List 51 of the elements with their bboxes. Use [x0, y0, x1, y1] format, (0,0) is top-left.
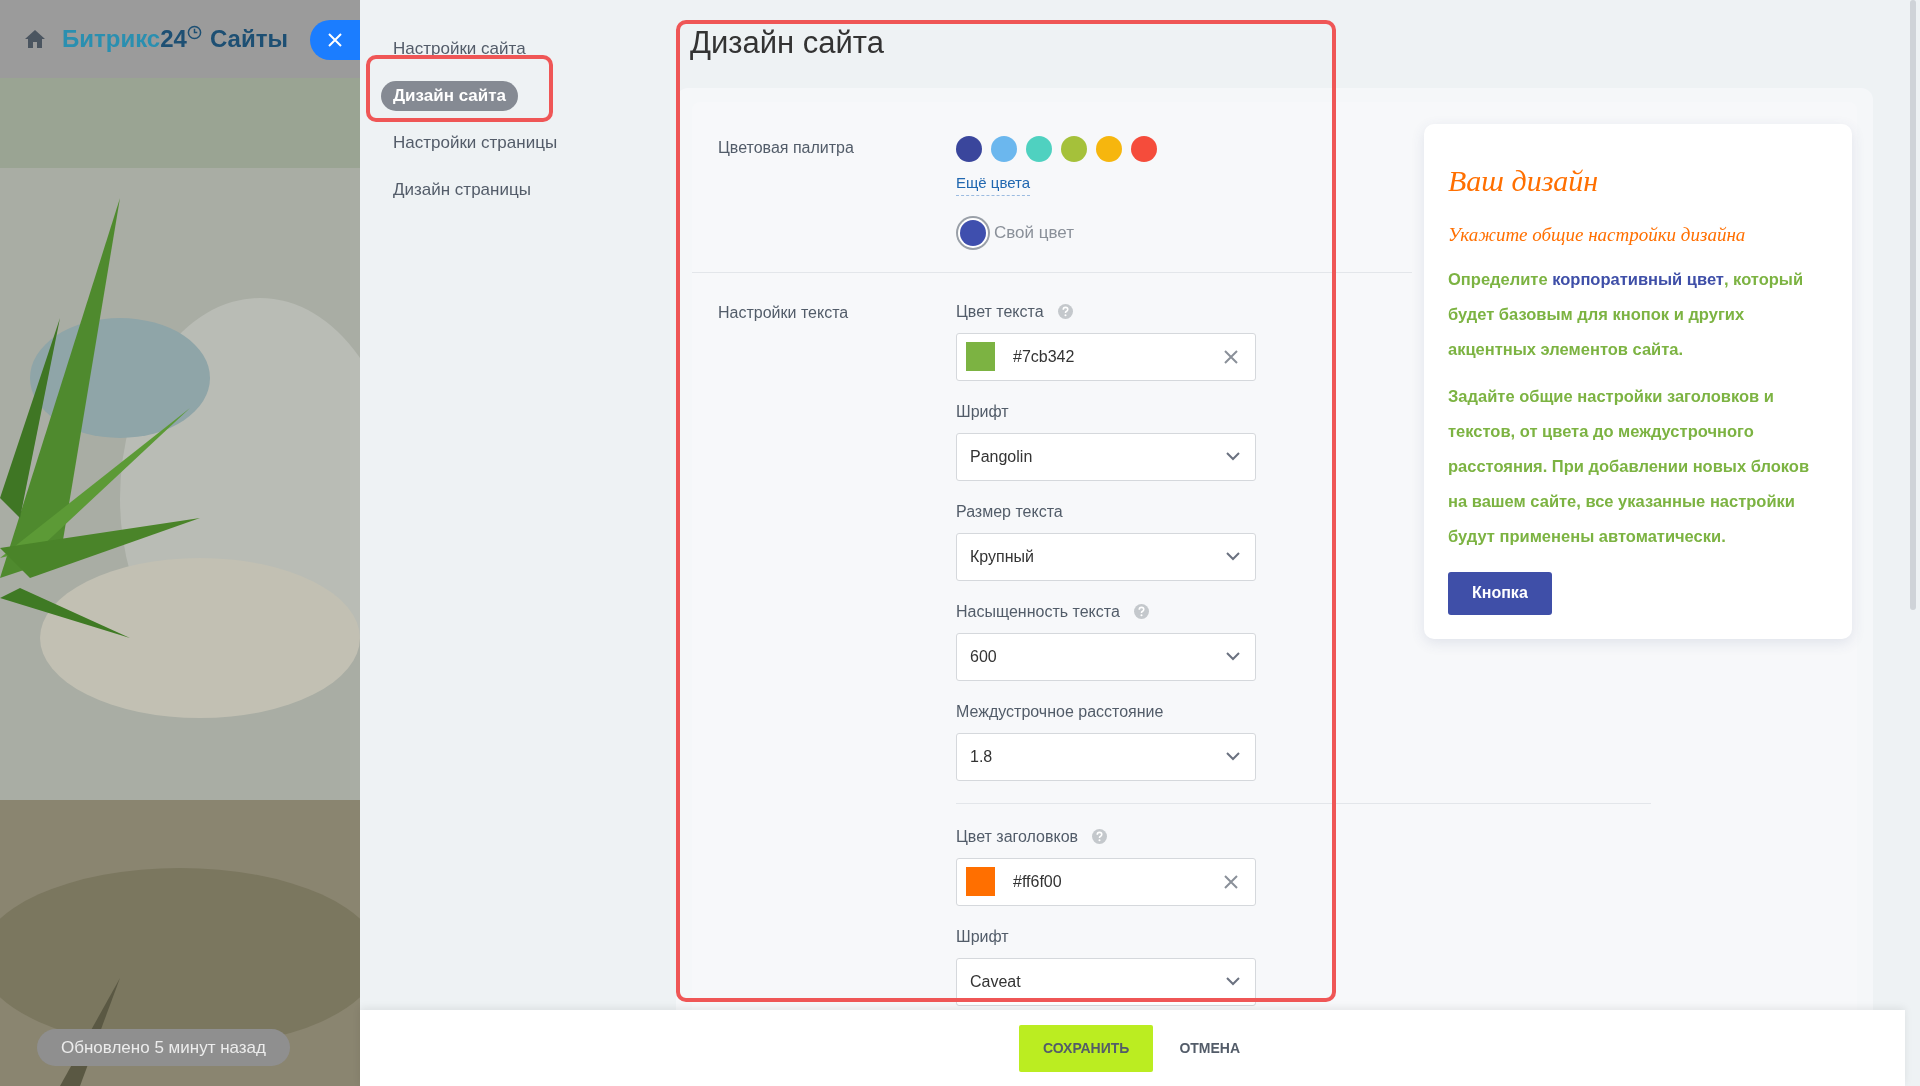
clock-icon	[186, 25, 202, 40]
field-label: Цвет текста	[956, 301, 1044, 322]
status-pill: Обновлено 5 минут назад	[37, 1029, 290, 1066]
chevron-down-icon	[1226, 977, 1240, 986]
save-button[interactable]: СОХРАНИТЬ	[1018, 1024, 1154, 1072]
color-swatch[interactable]	[1131, 136, 1157, 162]
chevron-down-icon	[1226, 452, 1240, 461]
select-field[interactable]: Caveat	[956, 957, 1256, 1006]
chevron-down-icon	[1226, 752, 1240, 761]
chevron-down-icon	[1226, 652, 1240, 661]
preview-paragraph: Задайте общие настройки заголовков и текстов, от цвета до междустрочного расстояния. При добавлении новых блоков на вашем сайте, все указанные настройки будут применены автоматически.	[1448, 385, 1811, 547]
help-icon[interactable]	[1057, 304, 1073, 319]
color-swatch[interactable]	[1061, 136, 1087, 162]
section-label: Цветовая палитра	[717, 138, 855, 158]
menu-item[interactable]: Настройки страницы	[393, 128, 558, 158]
field-label: Шрифт	[956, 401, 1009, 422]
section-label: Настройки текста	[717, 302, 850, 323]
select-field[interactable]: 1.8	[956, 732, 1256, 781]
chevron-down-icon	[1226, 552, 1240, 561]
color-field[interactable]: #ff6f00	[956, 857, 1256, 906]
field-label: Шрифт	[956, 926, 1009, 947]
close-icon[interactable]	[1224, 874, 1238, 889]
select-field[interactable]: 600	[956, 632, 1256, 681]
page-title: Дизайн сайта	[689, 24, 885, 62]
field-label: Насыщенность текста	[956, 601, 1120, 622]
color-field[interactable]: #7cb342	[956, 332, 1256, 381]
select-field[interactable]: Крупный	[956, 532, 1256, 581]
preview-button[interactable]: Кнопка	[1448, 571, 1552, 615]
select-field[interactable]: Pangolin	[956, 432, 1256, 481]
preview-paragraph: Определите корпоративный цвет, который будет базовым для кнопок и других акцентных элементов сайта.	[1448, 268, 1805, 360]
home-icon[interactable]	[24, 29, 46, 49]
preview-subtitle: Укажите общие настройки дизайна	[1448, 223, 1747, 247]
color-swatch[interactable]	[1096, 136, 1122, 162]
help-icon[interactable]	[1133, 604, 1149, 619]
close-icon[interactable]	[1224, 349, 1238, 364]
field-label: Междустрочное расстояние	[956, 701, 1164, 722]
cancel-button[interactable]: ОТМЕНА	[1173, 1024, 1247, 1072]
menu-item[interactable]: Дизайн страницы	[393, 175, 531, 205]
custom-color-swatch[interactable]	[960, 219, 986, 246]
more-colors-link[interactable]: Ещё цвета	[956, 172, 1031, 196]
color-swatch[interactable]	[1026, 136, 1052, 162]
close-button[interactable]	[310, 20, 360, 60]
color-swatch[interactable]	[956, 136, 982, 162]
color-swatch[interactable]	[991, 136, 1017, 162]
menu-item[interactable]: Настройки сайта	[393, 34, 526, 64]
field-label: Размер текста	[956, 501, 1063, 522]
field-label: Цвет заголовков	[956, 826, 1079, 847]
help-icon[interactable]	[1092, 829, 1108, 844]
custom-color-label: Свой цвет	[994, 221, 1075, 244]
preview-title: Ваш дизайн	[1448, 163, 1600, 199]
close-icon	[328, 33, 342, 47]
